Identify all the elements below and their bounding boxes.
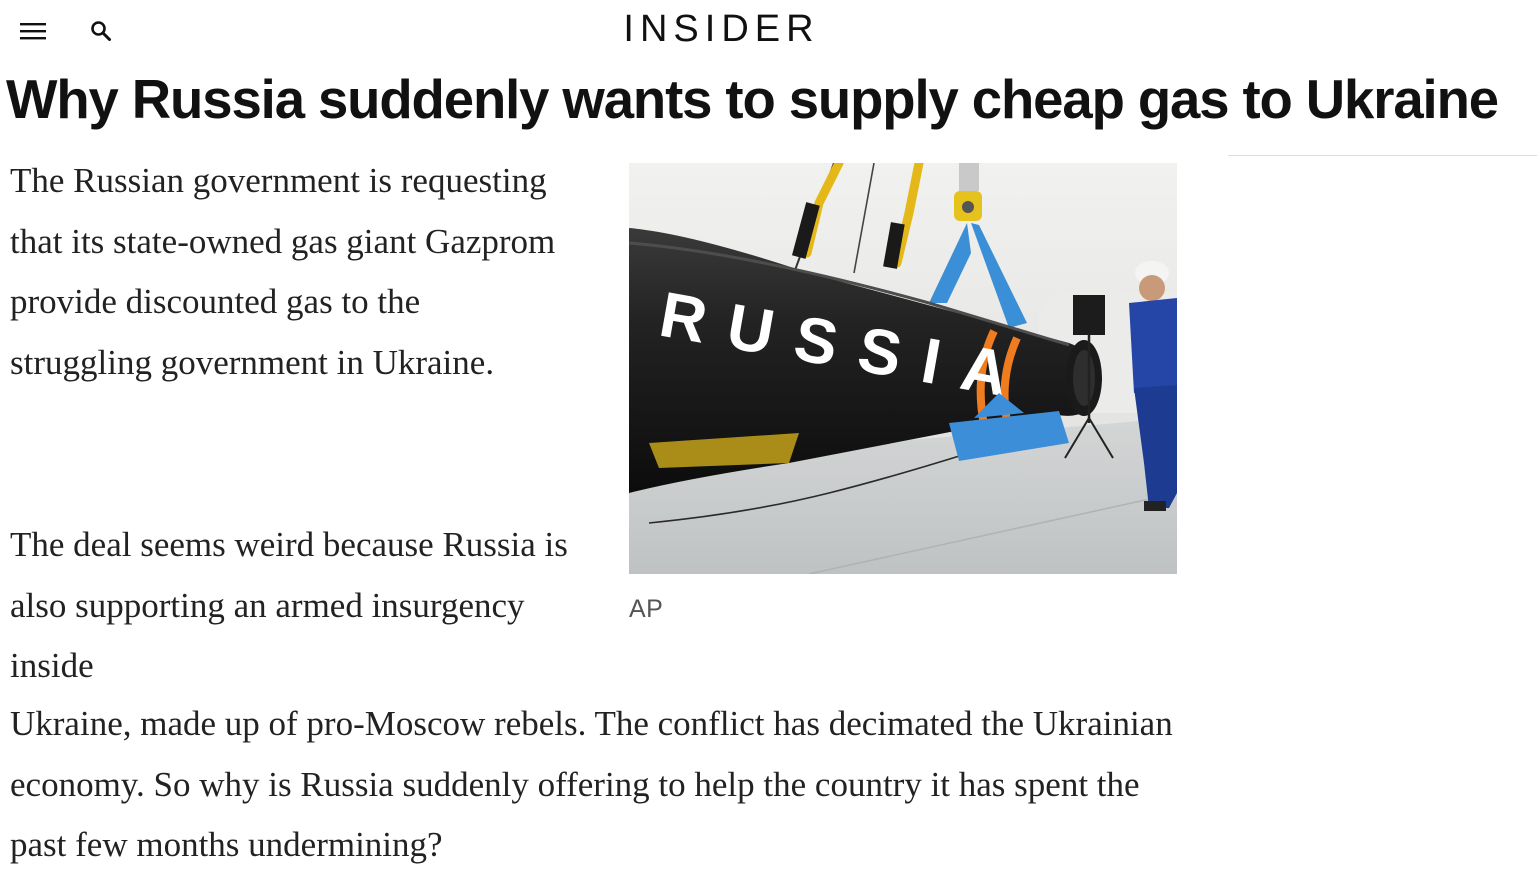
- pipeline-illustration: RUSSIA: [629, 163, 1177, 574]
- logo-text: INSIDER: [623, 8, 820, 50]
- sidebar-divider: [1228, 155, 1537, 156]
- article-paragraph-1: The Russian government is requesting tha…: [10, 161, 556, 382]
- article-paragraph-2-bottom: Ukraine, made up of pro-Moscow rebels. T…: [10, 704, 1173, 864]
- article-figure: RUSSIA AP: [629, 163, 1177, 623]
- pipeline-photo[interactable]: RUSSIA: [629, 163, 1177, 574]
- site-header: INSIDER: [0, 0, 1537, 62]
- article-paragraph-2-top: The deal seems weird because Russia is a…: [10, 525, 568, 685]
- insider-logo[interactable]: INSIDER: [0, 8, 1437, 51]
- photo-credit: AP: [629, 595, 664, 623]
- article-headline: Why Russia suddenly wants to supply chea…: [6, 69, 1499, 130]
